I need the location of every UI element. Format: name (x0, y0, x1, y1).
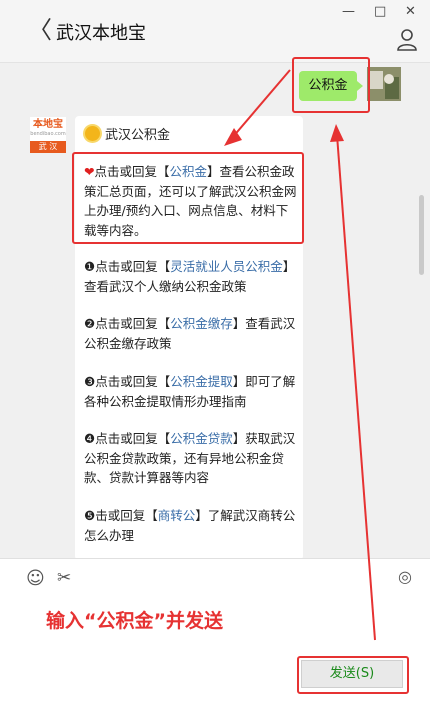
arrow-head-bubble (330, 124, 344, 142)
arrow-to-message (231, 69, 291, 139)
annotation-arrows (224, 69, 376, 641)
arrow-to-bubble (336, 134, 376, 641)
